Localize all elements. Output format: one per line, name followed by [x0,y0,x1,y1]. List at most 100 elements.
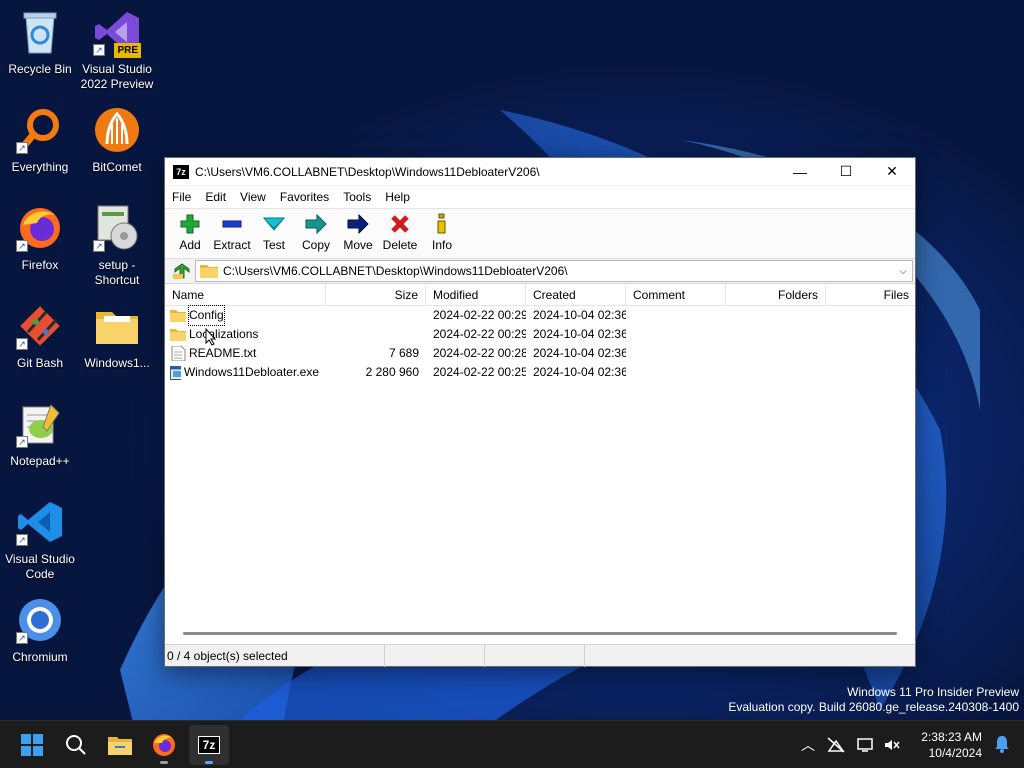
firefox-icon [153,734,175,756]
extract-button[interactable]: Extract [211,209,253,252]
column-name[interactable]: Name [165,284,326,306]
evaluation-watermark: Windows 11 Pro Insider Preview Evaluatio… [728,685,1019,714]
list-item[interactable]: Config 2024-02-22 00:29 2024-10-04 02:36 [165,305,915,326]
column-created[interactable]: Created [526,284,626,306]
preview-badge: PRE [114,43,141,58]
address-bar: C:\Users\VM6.COLLABNET\Desktop\Windows11… [165,258,915,284]
notification-bell-icon[interactable] [994,735,1010,756]
desktop-icon-bitcomet[interactable]: BitComet [77,104,157,175]
maximize-button[interactable]: ☐ [823,158,869,186]
move-button[interactable]: Move [337,209,379,252]
folder-icon [170,329,186,341]
volume-muted-icon[interactable] [880,737,904,753]
move-icon [337,213,379,235]
status-segment [385,645,485,667]
desktop-icon-notepad-plus-plus[interactable]: ↗ Notepad++ [0,398,80,469]
visual-studio-icon: PRE ↗ [91,6,143,58]
file-explorer-icon [108,737,132,755]
status-segment [585,645,915,667]
list-header: Name Size Modified Created Comment Folde… [165,284,915,306]
desktop-icon-firefox[interactable]: ↗ Firefox [0,202,80,273]
test-button[interactable]: Test [253,209,295,252]
start-button[interactable] [12,725,52,765]
display-icon[interactable] [852,737,880,753]
title-bar[interactable]: 7z C:\Users\VM6.COLLABNET\Desktop\Window… [165,158,915,186]
list-item[interactable]: README.txt 7 689 2024-02-22 00:28 2024-1… [165,344,915,363]
chromium-icon: ↗ [14,594,66,646]
list-item[interactable]: Localizations 2024-02-22 00:29 2024-10-0… [165,325,915,344]
column-files[interactable]: Files [826,284,916,306]
column-size[interactable]: Size [326,284,426,306]
clock-time: 2:38:23 AM [921,730,982,744]
desktop-icon-windows-folder[interactable]: Windows1... [77,300,157,371]
desktop-icon-visual-studio[interactable]: PRE ↗ Visual Studio 2022 Preview [77,6,157,92]
firefox-taskbar-button[interactable] [144,725,184,765]
info-icon [421,213,463,235]
7zip-icon: 7z [198,736,220,754]
7zip-app-icon: 7z [173,164,189,179]
git-bash-icon: ↗ [14,300,66,352]
notepad-plus-plus-icon: ↗ [14,398,66,450]
add-icon [169,213,211,235]
status-bar: 0 / 4 object(s) selected [165,644,915,667]
info-button[interactable]: Info [421,209,463,252]
shortcut-arrow-icon: ↗ [16,338,28,350]
address-field[interactable]: C:\Users\VM6.COLLABNET\Desktop\Windows11… [195,260,913,282]
file-manager-window[interactable]: 7z C:\Users\VM6.COLLABNET\Desktop\Window… [164,157,916,667]
delete-button[interactable]: Delete [379,209,421,252]
menu-bar: File Edit View Favorites Tools Help [165,186,915,208]
folder-icon [170,310,186,322]
setup-icon: ↗ [91,202,143,254]
menu-file[interactable]: File [165,190,198,204]
copy-button[interactable]: Copy [295,209,337,252]
window-title: C:\Users\VM6.COLLABNET\Desktop\Windows11… [195,164,540,179]
desktop-icon-recycle-bin[interactable]: Recycle Bin [0,6,80,77]
close-button[interactable]: ✕ [869,158,915,186]
desktop-icon-vscode[interactable]: ↗ Visual Studio Code [0,496,80,582]
text-file-icon [171,346,186,361]
delete-icon [379,213,421,235]
column-comment[interactable]: Comment [626,284,726,306]
menu-favorites[interactable]: Favorites [273,190,336,204]
folder-icon [91,300,143,352]
folder-icon [200,265,218,278]
desktop-icon-everything[interactable]: ↗ Everything [0,104,80,175]
desktop-icon-git-bash[interactable]: ↗ Git Bash [0,300,80,371]
menu-view[interactable]: View [233,190,273,204]
running-indicator [205,761,213,764]
up-arrow-icon [173,263,190,279]
clock-date: 10/4/2024 [928,746,982,760]
up-folder-button[interactable] [167,260,195,282]
chevron-up-icon[interactable]: ︿ [796,735,820,755]
clock[interactable]: 2:38:23 AM 10/4/2024 [921,729,982,761]
desktop-icon-setup[interactable]: ↗ setup - Shortcut [77,202,157,288]
list-item[interactable]: Windows11Debloater.exe 2 280 960 2024-02… [165,363,915,382]
system-tray: ︿ [796,721,904,768]
search-button[interactable] [56,725,96,765]
extract-icon [211,213,253,235]
network-off-icon[interactable] [820,737,852,753]
7zip-taskbar-button[interactable]: 7z [189,725,229,765]
horizontal-scrollbar[interactable] [165,624,915,642]
minimize-button[interactable]: — [777,158,823,186]
toolbar: Add Extract Test Copy Move Delete Info [165,208,915,258]
search-icon [66,735,86,755]
menu-tools[interactable]: Tools [336,190,378,204]
add-button[interactable]: Add [169,209,211,252]
shortcut-arrow-icon: ↗ [16,240,28,252]
copy-icon [295,213,337,235]
firefox-icon: ↗ [14,202,66,254]
column-folders[interactable]: Folders [726,284,826,306]
shortcut-arrow-icon: ↗ [16,632,28,644]
file-explorer-button[interactable] [100,725,140,765]
chevron-down-icon[interactable]: ⌵ [894,266,912,277]
menu-edit[interactable]: Edit [198,190,233,204]
desktop-icon-chromium[interactable]: ↗ Chromium [0,594,80,665]
menu-help[interactable]: Help [378,190,417,204]
scrollbar-thumb[interactable] [183,631,897,635]
vscode-icon: ↗ [14,496,66,548]
bitcomet-icon [91,104,143,156]
test-icon [253,213,295,235]
recycle-bin-icon [14,6,66,58]
column-modified[interactable]: Modified [426,284,526,306]
